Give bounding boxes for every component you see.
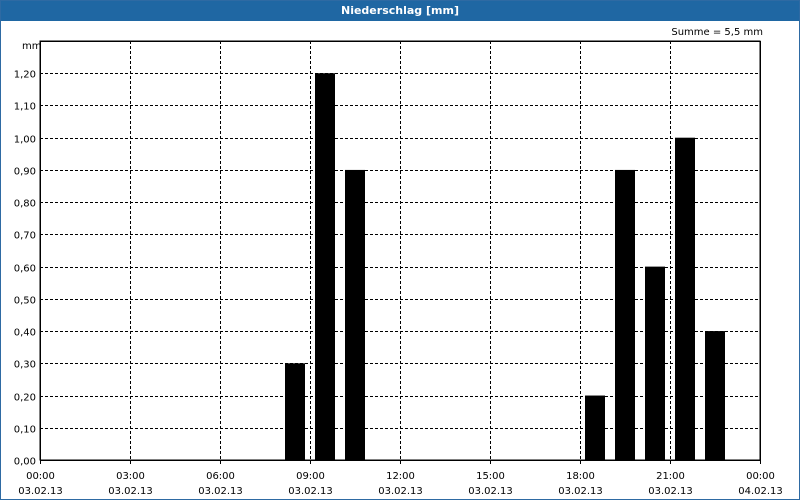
y-tick-label: 1,20 bbox=[14, 70, 36, 81]
x-tick-time: 00:00 bbox=[746, 471, 775, 482]
bar bbox=[315, 73, 335, 460]
x-tick-time: 18:00 bbox=[566, 471, 595, 482]
x-tick-date: 03.02.13 bbox=[558, 486, 603, 497]
y-tick-label: 1,10 bbox=[14, 102, 36, 113]
bar bbox=[675, 137, 695, 460]
x-tick-time: 06:00 bbox=[206, 471, 235, 482]
y-tick-label: 0,60 bbox=[14, 264, 36, 275]
y-axis-label: mm bbox=[22, 41, 41, 52]
x-tick-date: 03.02.13 bbox=[108, 486, 153, 497]
y-tick-label: 0,70 bbox=[14, 231, 36, 242]
x-tick-date: 03.02.13 bbox=[648, 486, 693, 497]
y-tick-label: 1,00 bbox=[14, 135, 36, 146]
bar bbox=[705, 331, 725, 460]
bar bbox=[285, 363, 305, 460]
bar bbox=[615, 169, 635, 460]
x-tick-time: 00:00 bbox=[26, 471, 55, 482]
x-tick-time: 03:00 bbox=[116, 471, 145, 482]
x-tick-date: 03.02.13 bbox=[198, 486, 243, 497]
y-tick-label: 0,00 bbox=[14, 457, 36, 468]
bar bbox=[645, 266, 665, 460]
y-tick-label: 0,20 bbox=[14, 393, 36, 404]
x-tick-time: 15:00 bbox=[476, 471, 505, 482]
x-tick-time: 21:00 bbox=[656, 471, 685, 482]
x-tick-date: 03.02.13 bbox=[18, 486, 63, 497]
y-tick-label: 0,90 bbox=[14, 167, 36, 178]
x-tick-time: 12:00 bbox=[386, 471, 415, 482]
precipitation-chart: 0,00 0,10 0,20 0,30 0,40 0,50 0,60 0,70 0,80 0,90… bbox=[14, 40, 783, 497]
x-tick-date: 03.02.13 bbox=[468, 486, 513, 497]
x-tick-date: 04.02.13 bbox=[738, 486, 783, 497]
bar bbox=[585, 395, 605, 460]
y-tick-label: 0,30 bbox=[14, 360, 36, 371]
x-tick-date: 03.02.13 bbox=[378, 486, 423, 497]
y-tick-label: 0,10 bbox=[14, 425, 36, 436]
y-tick-label: 0,80 bbox=[14, 199, 36, 210]
y-tick-label: 0,50 bbox=[14, 296, 36, 307]
x-tick-time: 09:00 bbox=[296, 471, 325, 482]
x-tick-date: 03.02.13 bbox=[288, 486, 333, 497]
y-tick-label: 0,40 bbox=[14, 328, 36, 339]
bar bbox=[345, 169, 365, 460]
